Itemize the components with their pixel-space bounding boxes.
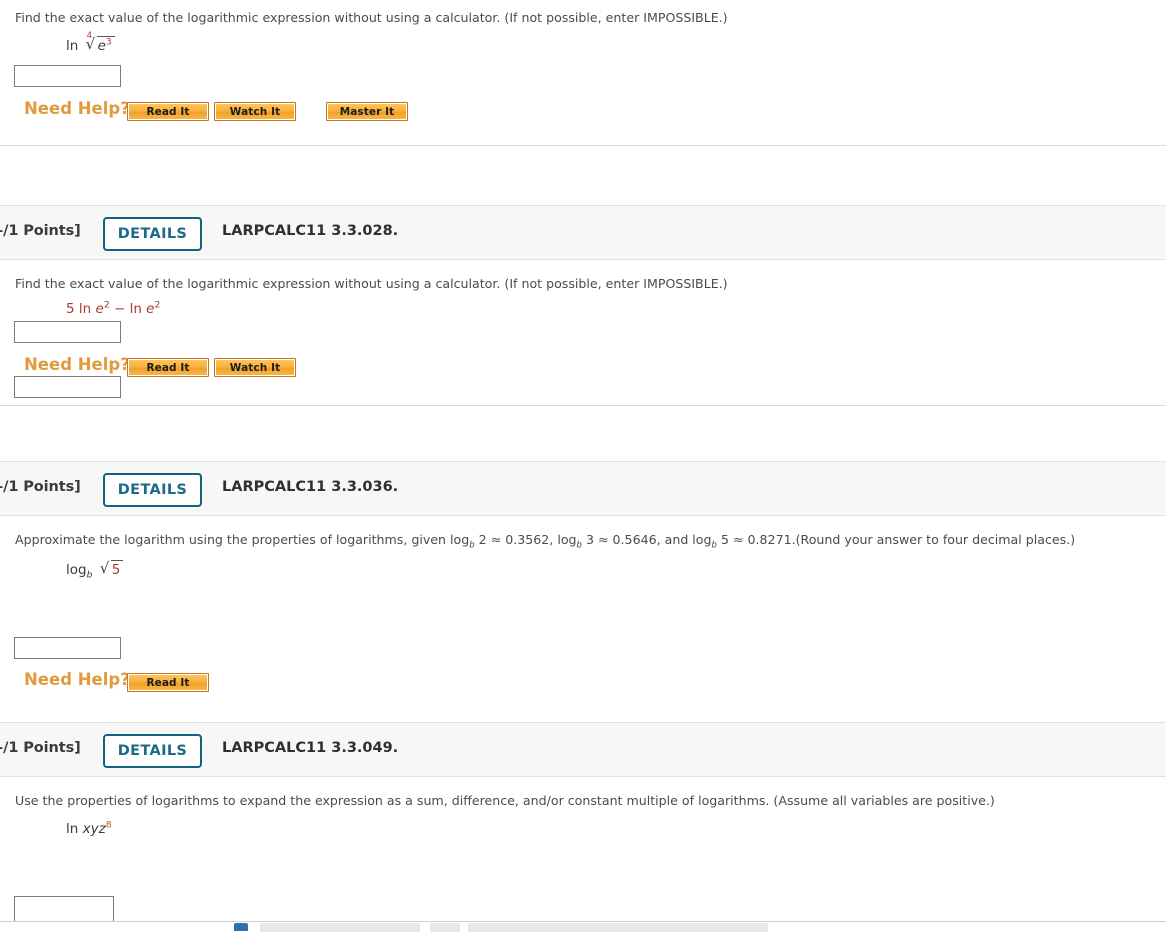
log-operator: log	[66, 562, 87, 578]
math-expression-1: ln √ 4 e3	[66, 31, 115, 54]
taskbar-segment-2[interactable]	[430, 923, 460, 932]
question-body-3: Approximate the logarithm using the prop…	[0, 516, 1166, 723]
answer-input-1[interactable]	[14, 65, 121, 87]
question-code-4: LARPCALC11 3.3.049.	[222, 740, 399, 756]
taskbar-segment-3[interactable]	[468, 923, 768, 932]
math-expression-2: 5 ln e2 − ln e2	[66, 299, 161, 317]
radical-sign-icon: √	[99, 559, 110, 577]
prompt-seg-1: Approximate the logarithm using the prop…	[15, 532, 470, 547]
variables: xyz	[82, 821, 106, 837]
prompt-seg-2: 2 ≈ 0.3562, log	[474, 532, 577, 547]
need-help-label-1: Need Help?	[24, 99, 130, 118]
question-card-4: –/1 Points] DETAILS LARPCALC11 3.3.049. …	[0, 722, 1166, 932]
ln-operator-a: ln	[78, 301, 92, 317]
question-card-1: Find the exact value of the logarithmic …	[0, 0, 1166, 146]
radical-index: 4	[86, 31, 93, 41]
need-help-label-2: Need Help?	[24, 355, 130, 374]
question-code-3: LARPCALC11 3.3.036.	[222, 479, 399, 495]
taskbar-app-icon[interactable]	[234, 923, 248, 931]
question-prompt-1: Find the exact value of the logarithmic …	[15, 10, 728, 25]
question-prompt-2: Find the exact value of the logarithmic …	[15, 276, 728, 291]
watch-it-button-1[interactable]: Watch It	[214, 102, 296, 121]
log-base-subscript: b	[86, 569, 93, 581]
details-button-3[interactable]: DETAILS	[103, 473, 202, 507]
answer-input-3[interactable]	[14, 637, 121, 659]
need-help-label-3: Need Help?	[24, 670, 130, 689]
radicand: e3	[96, 36, 115, 54]
taskbar-sliver	[0, 921, 1166, 932]
details-button-4[interactable]: DETAILS	[103, 734, 202, 768]
points-label-4: –/1 Points]	[0, 740, 81, 756]
math-expression-3: logb √ 5	[66, 560, 124, 581]
question-prompt-3: Approximate the logarithm using the prop…	[15, 532, 1076, 550]
radical-square-root: √ 5	[100, 560, 124, 578]
points-label-3: –/1 Points]	[0, 479, 81, 495]
question-code-2: LARPCALC11 3.3.028.	[222, 223, 399, 239]
read-it-button-2[interactable]: Read It	[127, 358, 209, 377]
question-prompt-4: Use the properties of logarithms to expa…	[15, 793, 995, 808]
ln-operator-b: ln	[129, 301, 142, 317]
radicand-exponent: 3	[105, 36, 112, 48]
question-header-3: –/1 Points] DETAILS LARPCALC11 3.3.036.	[0, 461, 1166, 516]
radicand-3: 5	[110, 560, 124, 578]
read-it-button-3[interactable]: Read It	[127, 673, 209, 692]
watch-it-button-2[interactable]: Watch It	[214, 358, 296, 377]
prompt-seg-3: 3 ≈ 0.5646, and log	[581, 532, 712, 547]
coefficient: 5	[66, 301, 75, 317]
minus-operator: −	[113, 301, 126, 317]
answer-input-2[interactable]	[14, 376, 121, 398]
question-body-2: Find the exact value of the logarithmic …	[0, 260, 1166, 406]
math-expression-4: ln xyz8	[66, 819, 112, 837]
ln-operator-4: ln	[66, 821, 79, 837]
answer-input-2-field[interactable]	[14, 321, 121, 343]
read-it-button-1[interactable]: Read It	[127, 102, 209, 121]
question-header-2: –/1 Points] DETAILS LARPCALC11 3.3.028.	[0, 205, 1166, 260]
base-a: e	[95, 301, 104, 317]
question-body-4: Use the properties of logarithms to expa…	[0, 777, 1166, 932]
exponent-b: 2	[154, 299, 161, 311]
question-header-4: –/1 Points] DETAILS LARPCALC11 3.3.049.	[0, 722, 1166, 777]
question-body-1: Find the exact value of the logarithmic …	[0, 0, 1166, 146]
radicand-base: e	[97, 38, 106, 54]
points-label-2: –/1 Points]	[0, 223, 81, 239]
radical-fourth-root: √ 4 e3	[86, 31, 115, 54]
ln-operator: ln	[66, 38, 79, 54]
exponent-4: 8	[105, 819, 112, 831]
details-button-2[interactable]: DETAILS	[103, 217, 202, 251]
question-card-3: –/1 Points] DETAILS LARPCALC11 3.3.036. …	[0, 461, 1166, 723]
assignment-page: Find the exact value of the logarithmic …	[0, 0, 1166, 932]
master-it-button-1[interactable]: Master It	[326, 102, 408, 121]
prompt-seg-4: 5 ≈ 0.8271.(Round your answer to four de…	[716, 532, 1076, 547]
taskbar-segment-1[interactable]	[260, 923, 420, 932]
